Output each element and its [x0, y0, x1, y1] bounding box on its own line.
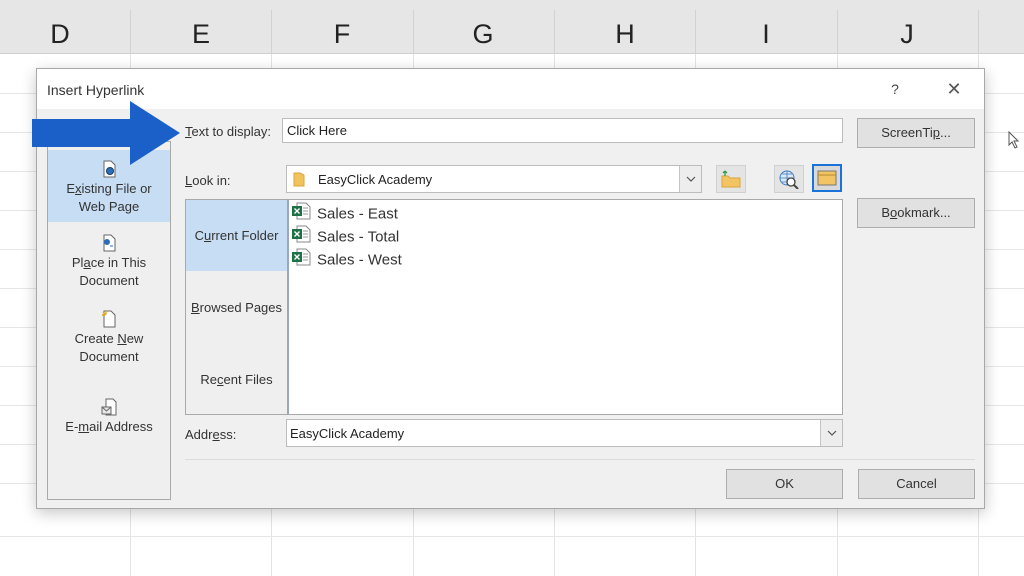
text-to-display-label: Text to display:: [185, 124, 271, 139]
bookmark-button[interactable]: Bookmark...: [857, 198, 975, 228]
browse-file-icon: [817, 170, 837, 186]
folder-icon: [293, 171, 305, 190]
link-create-new-document[interactable]: Create New Document: [48, 306, 170, 378]
browse-web-button[interactable]: [774, 165, 804, 193]
file-item[interactable]: Sales - West: [291, 248, 402, 270]
column-header-e[interactable]: E: [131, 0, 271, 54]
address-label: Address:: [185, 427, 237, 442]
file-list[interactable]: Sales - East Sales - Total Sales - West: [287, 199, 843, 415]
excel-file-icon: [291, 225, 311, 250]
look-in-dropdown-arrow[interactable]: [679, 166, 701, 192]
nav-recent-files[interactable]: Recent Files: [186, 344, 287, 416]
screentip-button[interactable]: ScreenTip...: [857, 118, 975, 148]
look-in-nav-panel: Current Folder Browsed Pages Recent File…: [185, 199, 288, 415]
chevron-down-icon: [827, 430, 837, 436]
file-name: Sales - Total: [317, 228, 400, 246]
column-header-i[interactable]: I: [696, 0, 836, 54]
up-one-folder-button[interactable]: [716, 165, 746, 193]
link-item-label: Create New Document: [74, 331, 144, 364]
file-item[interactable]: Sales - East: [291, 202, 398, 224]
cancel-button[interactable]: Cancel: [858, 469, 975, 499]
link-place-in-this-document[interactable]: Place in This Document: [48, 230, 170, 302]
browse-web-icon: [779, 170, 799, 189]
column-header-d[interactable]: D: [0, 0, 130, 54]
excel-file-icon: [291, 248, 311, 273]
file-item[interactable]: Sales - Total: [291, 225, 399, 247]
look-in-value: EasyClick Academy: [318, 172, 433, 187]
nav-current-folder[interactable]: Current Folder: [186, 200, 287, 271]
nav-browsed-pages[interactable]: Browsed Pages: [186, 272, 287, 344]
mouse-cursor-icon: [1008, 131, 1020, 149]
address-combobox[interactable]: EasyClick Academy: [286, 419, 843, 447]
browse-file-button[interactable]: [812, 164, 842, 192]
text-to-display-input[interactable]: Click Here: [282, 118, 843, 143]
up-one-folder-icon: [721, 170, 741, 188]
column-header-f[interactable]: F: [272, 0, 412, 54]
address-value: EasyClick Academy: [290, 426, 405, 441]
document-place-icon: [101, 234, 117, 252]
look-in-dropdown[interactable]: EasyClick Academy: [286, 165, 702, 193]
new-document-icon: [101, 310, 117, 328]
annotation-arrow-icon: [32, 101, 180, 165]
email-icon: [101, 398, 117, 416]
address-dropdown-arrow[interactable]: [820, 420, 842, 446]
column-header-h[interactable]: H: [555, 0, 695, 54]
column-header-j[interactable]: J: [837, 0, 977, 54]
file-name: Sales - East: [317, 205, 398, 223]
look-in-label: Look in:: [185, 173, 231, 188]
grid-line: [0, 536, 1024, 537]
column-header-bar: D E F G H I J: [0, 0, 1024, 54]
chevron-down-icon: [686, 176, 696, 182]
link-item-label: E-mail Address: [65, 419, 153, 434]
link-item-label: Place in This Document: [71, 255, 147, 288]
excel-file-icon: [291, 202, 311, 227]
link-item-label: Existing File or Web Page: [66, 181, 152, 214]
ok-button[interactable]: OK: [726, 469, 843, 499]
file-name: Sales - West: [317, 251, 402, 269]
help-button[interactable]: ?: [885, 79, 905, 99]
link-to-panel: Existing File or Web Page Place in This Do…: [47, 141, 171, 500]
column-separator[interactable]: [978, 10, 979, 54]
dialog-title: Insert Hyperlink: [47, 82, 145, 98]
close-button[interactable]: ✕: [942, 77, 966, 101]
link-email-address[interactable]: E-mail Address: [48, 394, 170, 442]
column-header-g[interactable]: G: [413, 0, 553, 54]
dialog-separator: [185, 459, 975, 460]
